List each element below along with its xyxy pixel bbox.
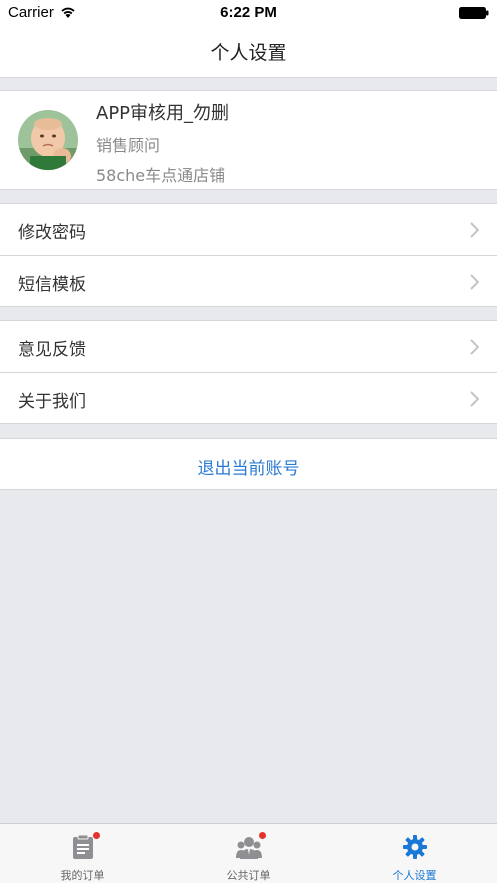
menu-item-change-password[interactable]: 修改密码 xyxy=(0,204,497,255)
profile-name: APP审核用_勿删 xyxy=(96,103,230,124)
profile-card[interactable]: APP审核用_勿删 销售顾问 58che车点通店铺 xyxy=(0,90,497,190)
menu-item-about-us[interactable]: 关于我们 xyxy=(0,372,497,423)
menu-item-label: 修改密码 xyxy=(18,223,86,243)
tab-public-orders[interactable]: 公共订单 xyxy=(166,824,331,883)
menu-item-feedback[interactable]: 意见反馈 xyxy=(0,321,497,372)
tab-label: 个人设置 xyxy=(392,869,437,882)
tab-my-orders[interactable]: 我的订单 xyxy=(0,824,165,883)
chevron-right-icon xyxy=(470,222,479,238)
tab-label: 公共订单 xyxy=(226,869,271,882)
menu-item-sms-template[interactable]: 短信模板 xyxy=(0,255,497,306)
settings-group-about: 意见反馈 关于我们 xyxy=(0,320,497,424)
navigation-bar: 个人设置 xyxy=(0,26,497,78)
profile-role: 销售顾问 xyxy=(96,136,161,155)
settings-group-account: 修改密码 短信模板 xyxy=(0,203,497,307)
tab-label: 我的订单 xyxy=(60,869,105,882)
clipboard-icon xyxy=(72,834,93,859)
profile-shop: 58che车点通店铺 xyxy=(96,166,226,185)
badge-dot xyxy=(259,832,266,839)
chevron-right-icon xyxy=(470,391,479,407)
chevron-right-icon xyxy=(470,339,479,355)
logout-button[interactable]: 退出当前账号 xyxy=(0,438,497,490)
avatar xyxy=(18,110,78,170)
people-icon xyxy=(235,837,262,859)
status-bar: Carrier 6:22 PM xyxy=(0,0,497,26)
clock: 6:22 PM xyxy=(220,4,277,21)
badge-dot xyxy=(93,832,100,839)
tab-personal-settings[interactable]: 个人设置 xyxy=(332,824,497,883)
menu-item-label: 关于我们 xyxy=(18,392,86,412)
menu-item-label: 意见反馈 xyxy=(18,340,86,360)
battery-icon xyxy=(459,7,489,19)
page-title: 个人设置 xyxy=(210,42,287,64)
gear-icon xyxy=(402,835,427,859)
logout-label: 退出当前账号 xyxy=(197,459,300,479)
tab-bar: 我的订单 公共订单 个人设置 xyxy=(0,823,497,883)
chevron-right-icon xyxy=(470,274,479,290)
menu-item-label: 短信模板 xyxy=(18,275,86,295)
